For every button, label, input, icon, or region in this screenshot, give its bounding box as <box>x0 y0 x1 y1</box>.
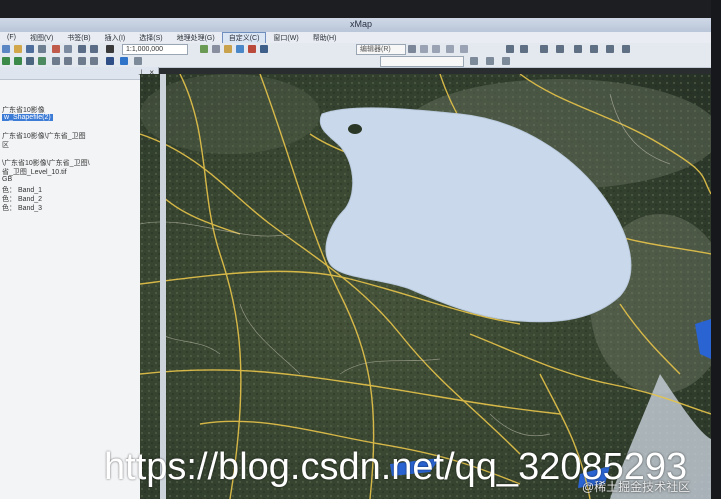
clear-selection-icon[interactable] <box>520 45 528 53</box>
toc-band-blue: 色： Band_3 <box>2 205 43 212</box>
toc-group-label: 区 <box>2 142 9 149</box>
menu-bar: (F) 视图(V) 书签(B) 插入(I) 选择(S) 地理处理(G) 自定义(… <box>0 31 711 44</box>
layer-dropdown[interactable] <box>380 56 464 67</box>
arctoolbox-icon[interactable] <box>248 45 256 53</box>
toc-header: ⊥ × <box>0 67 158 80</box>
edit-tool-icon[interactable] <box>408 45 416 53</box>
full-extent-icon[interactable] <box>38 57 46 65</box>
polygon-hole <box>348 124 362 134</box>
table-of-contents-panel: ⊥ × 广东省10影像 w_Shapefile(2) 广东省10影像\广东省_卫… <box>0 67 159 499</box>
satellite-map <box>140 74 711 499</box>
credit-watermark: @稀土掘金技术社区 <box>582 480 691 494</box>
open-icon[interactable] <box>14 45 22 53</box>
python-icon[interactable] <box>260 45 268 53</box>
fixed-zoom-out-icon[interactable] <box>64 57 72 65</box>
map-canvas[interactable] <box>140 74 711 499</box>
editor-menu[interactable]: 编辑器(R) <box>356 44 406 55</box>
zoom-in-icon[interactable] <box>2 57 10 65</box>
editor-toolbar-icon[interactable] <box>200 45 208 53</box>
menu-file[interactable]: (F) <box>0 34 23 41</box>
new-map-icon[interactable] <box>2 45 10 53</box>
menu-windows[interactable]: 窗口(W) <box>266 33 305 43</box>
toc-icon[interactable] <box>212 45 220 53</box>
toc-layer-shapefile[interactable]: w_Shapefile(2) <box>2 114 53 121</box>
window-title: xMap <box>350 19 373 29</box>
attributes-icon[interactable] <box>460 45 468 53</box>
html-popup-icon[interactable] <box>590 45 598 53</box>
menu-view[interactable]: 视图(V) <box>23 33 60 43</box>
measure-icon[interactable] <box>556 45 564 53</box>
search-icon[interactable] <box>236 45 244 53</box>
rotate-tool-icon[interactable] <box>446 45 454 53</box>
toc-raster-rgb: GB <box>2 176 13 183</box>
split-tool-icon[interactable] <box>432 45 440 53</box>
add-data-icon[interactable] <box>106 45 114 53</box>
hyperlink-icon[interactable] <box>574 45 582 53</box>
monitor-bezel-right <box>711 0 721 499</box>
effects-icon[interactable] <box>502 57 510 65</box>
select-elements-icon[interactable] <box>106 57 114 65</box>
undo-icon[interactable] <box>78 45 86 53</box>
toc-group-path[interactable]: 广东省10影像\广东省_卫图 <box>2 131 86 141</box>
redo-icon[interactable] <box>90 45 98 53</box>
flicker-icon[interactable] <box>486 57 494 65</box>
find-route-icon[interactable] <box>606 45 614 53</box>
print-icon[interactable] <box>38 45 46 53</box>
time-slider-icon[interactable] <box>622 45 630 53</box>
catalog-icon[interactable] <box>224 45 232 53</box>
fixed-zoom-in-icon[interactable] <box>52 57 60 65</box>
zoom-out-icon[interactable] <box>14 57 22 65</box>
sketch-tool-icon[interactable] <box>420 45 428 53</box>
save-icon[interactable] <box>26 45 34 53</box>
select-features-icon[interactable] <box>506 45 514 53</box>
menu-insert[interactable]: 插入(I) <box>98 33 133 43</box>
urban-area <box>140 74 320 154</box>
info-icon[interactable] <box>120 57 128 65</box>
swipe-icon[interactable] <box>470 57 478 65</box>
find-icon[interactable] <box>134 57 142 65</box>
toc-scrollbar[interactable] <box>160 74 166 499</box>
go-forward-icon[interactable] <box>90 57 98 65</box>
menu-customize[interactable]: 自定义(C) <box>221 31 267 44</box>
title-bar: xMap <box>0 18 711 33</box>
go-back-icon[interactable] <box>78 57 86 65</box>
menu-help[interactable]: 帮助(H) <box>306 33 344 43</box>
monitor-bezel-top <box>0 0 721 18</box>
menu-selection[interactable]: 选择(S) <box>132 33 169 43</box>
identify-icon[interactable] <box>540 45 548 53</box>
map-scale-field[interactable]: 1:1,000,000 <box>122 44 188 55</box>
menu-bookmarks[interactable]: 书签(B) <box>60 33 97 43</box>
pan-icon[interactable] <box>26 57 34 65</box>
menu-geoprocessing[interactable]: 地理处理(G) <box>170 33 222 43</box>
cut-icon[interactable] <box>52 45 60 53</box>
copy-icon[interactable] <box>64 45 72 53</box>
